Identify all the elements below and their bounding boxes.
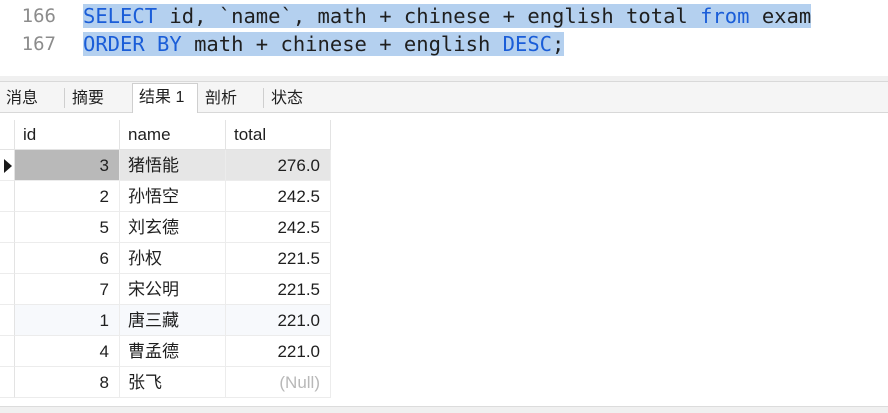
cell-total[interactable]: (Null) — [226, 367, 331, 398]
sql-editor[interactable]: 166 167 SELECT id, `name`, math + chinese… — [0, 0, 888, 76]
tab-2[interactable]: 结果 1 — [132, 83, 198, 113]
sql-text: ; — [552, 32, 565, 56]
row-indicator[interactable] — [0, 181, 15, 212]
cell-name[interactable]: 猪悟能 — [120, 150, 226, 181]
column-header-total[interactable]: total — [226, 120, 331, 150]
tab-separator — [64, 88, 65, 108]
result-tabs: 消息 摘要 结果 1 剖析 状态 — [0, 82, 888, 113]
cell-name[interactable]: 孙悟空 — [120, 181, 226, 212]
cell-id[interactable]: 6 — [15, 243, 120, 274]
cell-total[interactable]: 276.0 — [226, 150, 331, 181]
cell-id[interactable]: 5 — [15, 212, 120, 243]
tab-3[interactable]: 剖析 — [199, 85, 261, 112]
cell-total[interactable]: 221.0 — [226, 305, 331, 336]
tab-separator — [263, 88, 264, 108]
sql-keyword: ORDER BY — [83, 32, 182, 56]
row-indicator[interactable] — [0, 336, 15, 367]
cell-total[interactable]: 221.5 — [226, 274, 331, 305]
cell-total[interactable]: 221.0 — [226, 336, 331, 367]
tab-0[interactable]: 消息 — [0, 85, 62, 112]
selected-text: ORDER BY math + chinese + english DESC; — [83, 32, 565, 56]
cell-total[interactable]: 242.5 — [226, 212, 331, 243]
column-header-id[interactable]: id — [15, 120, 120, 150]
code-line[interactable]: ORDER BY math + chinese + english DESC; — [83, 30, 565, 58]
row-indicator[interactable] — [0, 305, 15, 336]
grid-corner — [0, 120, 15, 150]
sql-text: id, `name`, math + chinese + english tot… — [157, 4, 701, 28]
selected-text: SELECT id, `name`, math + chinese + engl… — [83, 4, 812, 28]
line-number: 167 — [21, 33, 56, 55]
sql-keyword: DESC — [502, 32, 553, 56]
sql-keyword: SELECT — [83, 4, 158, 28]
cell-id[interactable]: 1 — [15, 305, 120, 336]
cell-id[interactable]: 4 — [15, 336, 120, 367]
cell-name[interactable]: 孙权 — [120, 243, 226, 274]
sql-keyword: from — [700, 4, 750, 28]
cell-name[interactable]: 唐三藏 — [120, 305, 226, 336]
line-number: 166 — [21, 5, 56, 27]
cell-id[interactable]: 3 — [15, 150, 120, 181]
sql-text: exam — [749, 4, 812, 28]
cell-name[interactable]: 曹孟德 — [120, 336, 226, 367]
row-indicator[interactable] — [0, 243, 15, 274]
row-indicator[interactable] — [0, 367, 15, 398]
sql-text: math + chinese + english — [181, 32, 503, 56]
row-indicator[interactable] — [0, 212, 15, 243]
row-indicator[interactable] — [0, 274, 15, 305]
code-line[interactable]: SELECT id, `name`, math + chinese + engl… — [83, 2, 812, 30]
row-indicator[interactable] — [0, 150, 15, 181]
column-header-name[interactable]: name — [120, 120, 226, 150]
cell-total[interactable]: 221.5 — [226, 243, 331, 274]
cell-name[interactable]: 张飞 — [120, 367, 226, 398]
result-grid[interactable]: id name total 3 猪悟能 276.0 2 孙悟空 242.5 5 刘玄德 242.5 6 孙… — [0, 120, 331, 398]
tab-1[interactable]: 摘要 — [66, 85, 128, 112]
cell-id[interactable]: 7 — [15, 274, 120, 305]
current-row-arrow-icon — [4, 159, 12, 173]
cell-id[interactable]: 8 — [15, 367, 120, 398]
cell-total[interactable]: 242.5 — [226, 181, 331, 212]
cell-id[interactable]: 2 — [15, 181, 120, 212]
tab-4[interactable]: 状态 — [265, 85, 327, 112]
cell-name[interactable]: 刘玄德 — [120, 212, 226, 243]
cell-name[interactable]: 宋公明 — [120, 274, 226, 305]
line-number-gutter: 166 167 — [0, 0, 66, 76]
